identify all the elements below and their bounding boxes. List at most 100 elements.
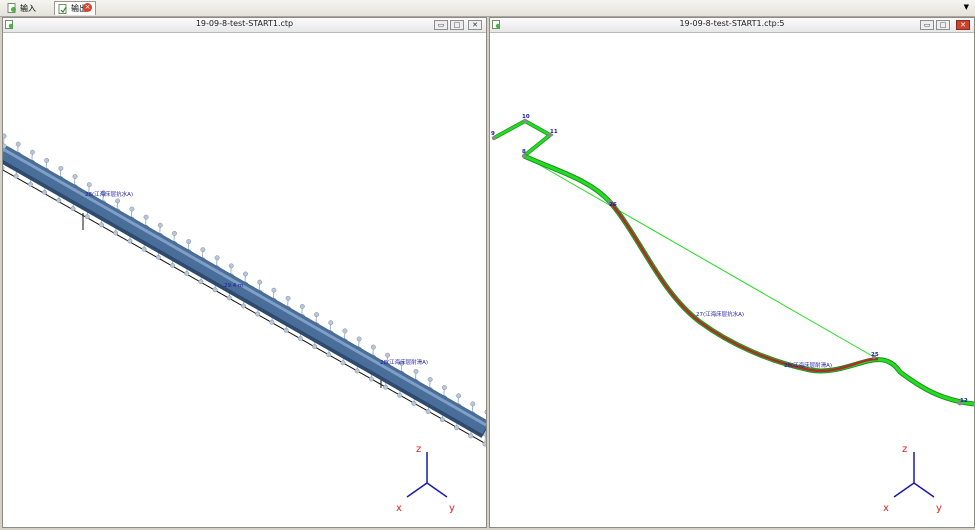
anchor-stud-head (354, 368, 360, 374)
close-tab-icon[interactable]: × (83, 3, 92, 12)
tab-list-dropdown-icon[interactable]: ▼ (964, 3, 969, 11)
left-window-title: 19-09-8-test-START1.ctp (195, 19, 294, 28)
right-window-titlebar[interactable]: 19-09-8-test-START1.ctp:5 ▭ □ ✕ (490, 18, 974, 33)
anchor-stud-head (200, 247, 206, 253)
axis-y-label: y (449, 503, 455, 514)
anchor-stud-head (397, 392, 403, 398)
anchor-stud-head (15, 141, 21, 147)
anchor-stud-head (3, 133, 7, 139)
anchor-stud-head (198, 279, 204, 285)
anchor-stud-head (214, 255, 220, 261)
anchor-stud-head (368, 376, 374, 382)
anchor-stud-head (84, 214, 90, 220)
anchor-stud-head (13, 173, 19, 179)
anchor-stud-head (241, 303, 246, 309)
axis-x-label: x (883, 503, 889, 514)
anchor-stud-head (44, 157, 50, 163)
anchor-stud-head (482, 441, 486, 447)
axis-z-label: z (902, 444, 907, 455)
anchor-stud-head (58, 166, 64, 171)
anchor-stud-head (86, 182, 92, 188)
anchor-stud-head (27, 181, 33, 187)
tab-input[interactable]: 输入 (4, 1, 52, 15)
anchor-stud-head (470, 401, 476, 407)
minimize-button[interactable]: ▭ (920, 20, 934, 30)
anchor-stud-head (484, 409, 486, 415)
node-label-10: 10 (522, 114, 530, 120)
anchor-stud-head (328, 320, 334, 326)
left-window-titlebar[interactable]: 19-09-8-test-START1.ctp ▭ □ ✕ (3, 18, 486, 33)
main-pipe-route (523, 154, 974, 406)
anchor-stud-head (411, 400, 417, 406)
anchor-stud-head (285, 295, 291, 301)
anchor-stud-head (184, 271, 190, 276)
anchor-stud-head (299, 304, 305, 309)
close-window-button[interactable]: ✕ (468, 20, 482, 30)
right-plan-view-window[interactable]: 19-09-8-test-START1.ctp:5 ▭ □ ✕ 9 10 11 (489, 17, 975, 528)
right-window-title: 19-09-8-test-START1.ctp:5 (679, 19, 785, 28)
anchor-stud-head (172, 230, 177, 236)
minimize-button[interactable]: ▭ (434, 20, 448, 30)
anchor-stud-head (98, 222, 104, 228)
anchor-stud-head (314, 312, 319, 318)
node-label-9: 9 (491, 131, 495, 137)
left-3d-viewport[interactable]: 28(江海床层抗水A) 29.4 m 28(江海床层耐滑A) z x y (3, 32, 486, 527)
axis-triad: z x y (396, 444, 455, 514)
anchor-stud-head (297, 336, 303, 341)
support-label-b: 28(江海床层耐滑A) (380, 358, 428, 366)
anchor-stud-head (155, 254, 161, 260)
anchor-stud-head (413, 368, 419, 374)
anchor-stud-head (72, 174, 78, 180)
anchor-stud-head (3, 165, 5, 171)
anchor-stud-head (255, 311, 261, 317)
anchor-stud-head (143, 214, 149, 220)
anchor-stud-head (70, 206, 76, 212)
maximize-button[interactable]: □ (936, 20, 950, 30)
axis-z-label: z (416, 444, 421, 455)
input-document-icon (7, 3, 16, 13)
anchor-stud-head (56, 198, 62, 203)
anchor-stud-head (157, 222, 163, 228)
node-label-25: 25 (871, 352, 879, 358)
anchor-stud-head (170, 262, 175, 268)
support-label-a: 28(江海床层抗水A) (85, 190, 133, 198)
chord-line (523, 155, 875, 358)
anchor-stud-head (226, 295, 232, 301)
anchor-stud-head (383, 384, 389, 390)
anchor-stud-head (370, 344, 376, 350)
anchor-stud-head (427, 377, 433, 382)
anchor-stud-head (454, 425, 460, 431)
left-3d-view-window[interactable]: 19-09-8-test-START1.ctp ▭ □ ✕ 28(江海床层抗水A… (2, 17, 487, 528)
anchor-stud-head (141, 246, 147, 252)
anchor-stud-head (326, 352, 332, 358)
axis-triad: z x y (883, 444, 942, 514)
document-tab-bar: 输入 输出 × ▼ (0, 0, 975, 17)
anchor-stud-head (243, 271, 248, 277)
anchor-stud-head (283, 327, 289, 333)
node-label-26: 26 (609, 202, 617, 208)
curve-label-a: 27(江海床层抗水A) (696, 310, 744, 318)
maximize-button[interactable]: □ (450, 20, 464, 30)
anchor-stud-head (271, 287, 277, 293)
anchor-stud-head (113, 230, 119, 236)
anchor-stud-head (212, 287, 218, 293)
close-window-button[interactable]: ✕ (956, 20, 970, 30)
anchor-stud-head (312, 344, 317, 350)
anchor-stud-head (129, 206, 135, 212)
anchor-stud-head (342, 328, 348, 334)
tab-input-label: 输入 (20, 3, 36, 13)
node-label-8: 8 (522, 149, 526, 155)
main-pipe-route-shadow (522, 153, 974, 407)
axis-y-label: y (936, 503, 942, 514)
anchor-stud-head (42, 189, 48, 195)
pipe-highlight (3, 147, 486, 427)
distance-label: 29.4 m (224, 283, 243, 289)
anchor-stud-head (340, 360, 346, 366)
anchor-stud-head (228, 263, 234, 269)
right-plan-viewport[interactable]: 9 10 11 8 26 25 12 27(江海床层抗水A) 28(江海床层耐滑… (490, 32, 974, 527)
anchor-stud-head (127, 238, 133, 244)
anchor-stud-head (115, 198, 121, 204)
anchor-stud-head (356, 336, 362, 342)
axis-x-label: x (396, 503, 402, 514)
anchor-stud-head (186, 239, 192, 244)
